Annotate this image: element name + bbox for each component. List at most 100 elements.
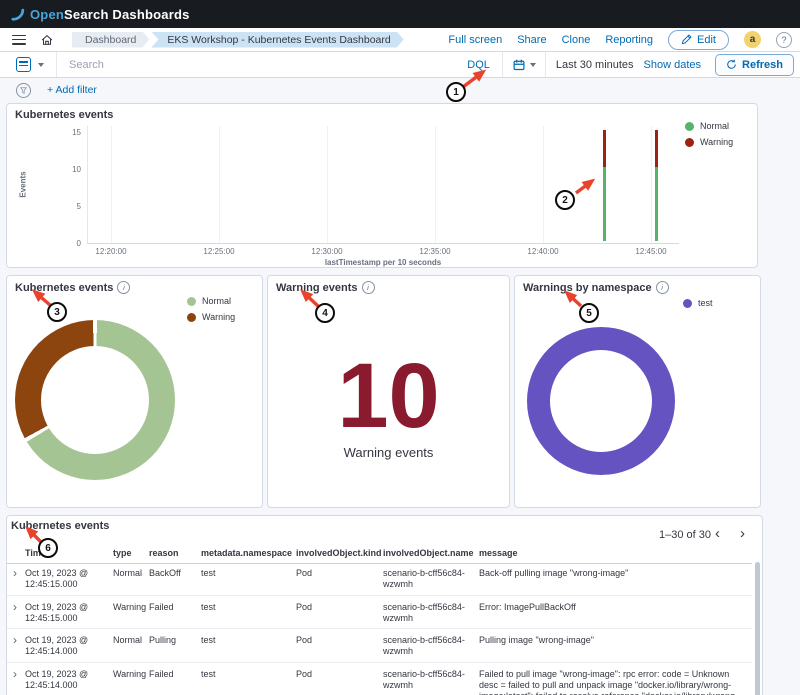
expand-row-icon[interactable]: › [9, 663, 25, 683]
edit-button[interactable]: Edit [668, 30, 729, 50]
namespace-donut-chart[interactable] [527, 327, 675, 475]
gridline [543, 126, 544, 243]
column-header-type[interactable]: type [113, 544, 149, 563]
table-scrollbar[interactable] [755, 562, 760, 695]
cell-namespace: test [201, 663, 296, 684]
bar-normal-segment[interactable] [655, 167, 658, 241]
cell-type: Warning [113, 663, 149, 684]
breadcrumb: Dashboard EKS Workshop - Kubernetes Even… [72, 32, 404, 48]
column-header-name[interactable]: involvedObject.name [383, 544, 473, 563]
info-icon[interactable]: i [117, 281, 130, 294]
legend-item-test[interactable]: test [683, 298, 713, 308]
full-screen-link[interactable]: Full screen [448, 34, 502, 46]
separator [502, 52, 503, 77]
query-bar: DQL Last 30 minutes Show dates Refresh [0, 52, 800, 78]
query-filter-icon[interactable] [16, 57, 31, 72]
search-input[interactable] [67, 58, 455, 72]
share-link[interactable]: Share [517, 34, 546, 46]
breadcrumb-current-dashboard[interactable]: EKS Workshop - Kubernetes Events Dashboa… [151, 32, 403, 48]
add-filter-button[interactable]: + Add filter [47, 84, 97, 96]
cell-namespace: test [201, 596, 296, 617]
query-language-button[interactable]: DQL [455, 59, 502, 71]
clone-link[interactable]: Clone [562, 34, 591, 46]
legend-dot [685, 122, 694, 131]
brand-text: OpenSearch Dashboards [30, 7, 190, 22]
annotation-step-2: 2 [555, 190, 575, 210]
legend-dot [187, 313, 196, 322]
y-axis-label: Events [19, 155, 28, 215]
cell-kind: Pod [296, 596, 383, 617]
annotation-step-5: 5 [579, 303, 599, 323]
pagination-next-icon[interactable]: › [740, 525, 745, 542]
cell-name: scenario-b-cff56c84-wzwmh [383, 562, 473, 595]
stacked-bar[interactable] [603, 130, 606, 241]
legend-item-warning[interactable]: Warning [685, 137, 733, 147]
legend-item-warning[interactable]: Warning [187, 312, 235, 322]
x-tick: 12:25:00 [189, 247, 249, 256]
date-picker-button[interactable] [513, 59, 536, 71]
expand-row-icon[interactable]: › [9, 562, 25, 582]
filter-row: + Add filter [0, 78, 800, 102]
x-axis-line [87, 243, 679, 244]
gridline [327, 126, 328, 243]
panel-kubernetes-events-histogram: Kubernetes events Events 15 10 5 0 12:20… [6, 103, 758, 268]
column-header-kind[interactable]: involvedObject.kind [296, 544, 383, 563]
y-tick: 15 [59, 128, 81, 137]
panel-title: Kubernetes eventsi [15, 281, 130, 294]
home-icon[interactable] [40, 33, 54, 47]
pagination-prev-icon[interactable]: ‹ [715, 525, 720, 542]
info-icon[interactable]: i [362, 281, 375, 294]
stacked-bar[interactable] [655, 130, 658, 241]
opensearch-logo[interactable]: OpenSearch Dashboards [10, 7, 190, 22]
top-app-bar: OpenSearch Dashboards [0, 0, 800, 28]
gridline [651, 126, 652, 243]
bar-warning-segment[interactable] [603, 130, 606, 167]
nav-bar: Dashboard EKS Workshop - Kubernetes Even… [0, 28, 800, 52]
cell-name: scenario-b-cff56c84-wzwmh [383, 663, 473, 695]
opensearch-dashboards-app: OpenSearch Dashboards Dashboard EKS Work… [0, 0, 800, 695]
column-header-reason[interactable]: reason [149, 544, 201, 563]
breadcrumb-dashboard[interactable]: Dashboard [72, 32, 149, 48]
column-header-namespace[interactable]: metadata.namespace [201, 544, 296, 563]
bar-normal-segment[interactable] [603, 167, 606, 241]
events-donut-chart[interactable] [15, 320, 175, 480]
cell-namespace: test [201, 562, 296, 583]
panel-title: Warning eventsi [276, 281, 375, 294]
filter-options-icon[interactable] [16, 83, 31, 98]
legend-item-normal[interactable]: Normal [685, 121, 733, 131]
bar-warning-segment[interactable] [655, 130, 658, 167]
annotation-step-6: 6 [38, 538, 58, 558]
pencil-icon [681, 34, 692, 45]
legend-item-normal[interactable]: Normal [187, 296, 235, 306]
cell-reason: Pulling [149, 629, 201, 650]
panel-title: Kubernetes events [11, 520, 109, 532]
panel-warning-events-metric: Warning eventsi 10 Warning events [267, 275, 510, 508]
table-header: Time type reason metadata.namespace invo… [7, 544, 752, 564]
panel-kubernetes-events-table: Kubernetes events 1–30 of 30 ‹ › Time ty… [6, 515, 763, 695]
table-row: › Oct 19, 2023 @ 12:45:15.000 Normal Bac… [7, 562, 752, 596]
column-header-message[interactable]: message [473, 544, 752, 563]
x-tick: 12:20:00 [81, 247, 141, 256]
x-tick: 12:45:00 [621, 247, 681, 256]
calendar-icon [513, 59, 525, 71]
menu-icon[interactable] [12, 35, 26, 45]
pagination-label: 1–30 of 30 [659, 529, 711, 541]
cell-reason: BackOff [149, 562, 201, 583]
expand-row-icon[interactable]: › [9, 629, 25, 649]
gridline [435, 126, 436, 243]
cell-message: Error: ImagePullBackOff [473, 596, 752, 617]
cell-name: scenario-b-cff56c84-wzwmh [383, 629, 473, 662]
cell-namespace: test [201, 629, 296, 650]
reporting-link[interactable]: Reporting [605, 34, 653, 46]
refresh-button[interactable]: Refresh [715, 54, 794, 76]
gridline [219, 126, 220, 243]
x-axis-label: lastTimestamp per 10 seconds [87, 258, 679, 267]
user-avatar[interactable]: a [744, 31, 761, 48]
help-icon[interactable]: ? [776, 32, 792, 48]
panel-kubernetes-events-donut: Kubernetes eventsi Normal Warning [6, 275, 263, 508]
show-dates-link[interactable]: Show dates [644, 59, 715, 71]
time-range-value[interactable]: Last 30 minutes [546, 59, 644, 71]
query-filter-chevron-icon[interactable] [38, 63, 44, 67]
expand-row-icon[interactable]: › [9, 596, 25, 616]
info-icon[interactable]: i [656, 281, 669, 294]
